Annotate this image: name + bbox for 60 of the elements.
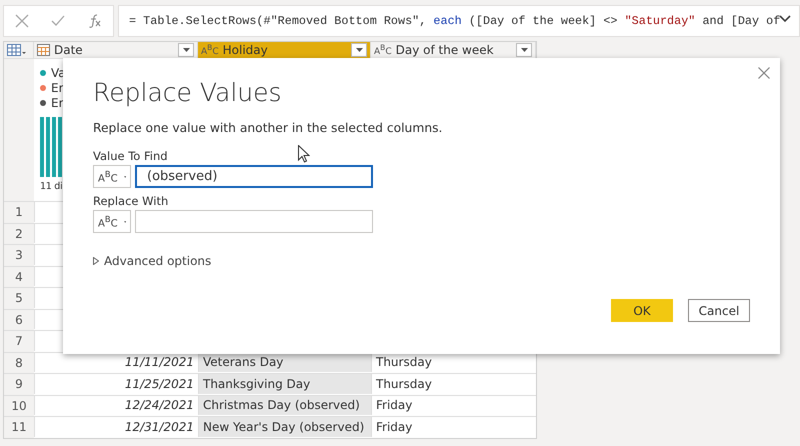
row-number: 3 xyxy=(4,244,34,266)
expand-triangle-icon xyxy=(93,257,99,265)
row-number: 11 xyxy=(4,416,34,438)
legend-label: Er xyxy=(51,96,64,110)
input-field[interactable] xyxy=(135,210,373,233)
table-cell: Friday xyxy=(371,416,536,436)
function-icon[interactable] xyxy=(88,14,102,28)
table-cell: Thursday xyxy=(371,373,536,394)
input-field[interactable]: (observed) xyxy=(135,165,373,188)
caret-icon xyxy=(356,48,362,52)
filter-dropdown[interactable] xyxy=(351,43,367,57)
dialog-button[interactable]: OK xyxy=(611,299,673,322)
table-cell: 11/25/2021 xyxy=(34,373,198,394)
row-number: 1 xyxy=(4,201,34,222)
table-cell: Thanksgiving Day xyxy=(198,373,371,394)
column-header[interactable]: A$^{B}$C Holiday xyxy=(198,42,371,58)
dialog-title: Replace Values xyxy=(93,78,283,107)
filter-dropdown[interactable] xyxy=(516,43,532,57)
caret-icon xyxy=(124,174,126,178)
caret-icon xyxy=(124,220,126,224)
type-label: A$^{B}$C xyxy=(374,43,392,57)
caret-icon xyxy=(520,48,528,52)
row-number: 8 xyxy=(4,352,34,373)
dialog-description: Replace one value with another in the selected columns. xyxy=(93,121,444,135)
field-label: Replace With xyxy=(93,194,168,208)
caret-icon xyxy=(182,48,190,52)
field-label: Value To Find xyxy=(93,149,168,163)
column-header[interactable]: A$^{B}$C Day of the week xyxy=(371,42,536,58)
row-number: 9 xyxy=(4,373,34,394)
row-number: 10 xyxy=(4,394,34,416)
dialog-button[interactable]: Cancel xyxy=(688,299,750,322)
table-cell: New Year's Day (observed) xyxy=(198,416,371,436)
type-select[interactable]: A$^{B}$C xyxy=(93,165,131,188)
table-menu-icon[interactable] xyxy=(7,44,27,56)
table-cell: Christmas Day (observed) xyxy=(198,394,371,415)
table-cell: 12/31/2021 xyxy=(34,416,198,436)
table-cell: Friday xyxy=(371,394,536,415)
row-number: 6 xyxy=(4,308,34,330)
chevron-down-icon[interactable] xyxy=(779,15,791,23)
column-header[interactable]: Date xyxy=(34,42,198,58)
check-icon[interactable] xyxy=(51,15,66,27)
filter-dropdown[interactable] xyxy=(178,43,194,57)
row-number: 5 xyxy=(4,287,34,308)
column-name: Day of the week xyxy=(396,43,494,57)
column-name: Date xyxy=(54,43,83,57)
row-number: 2 xyxy=(4,222,34,244)
legend-label: Er xyxy=(51,81,64,95)
table-cell: 12/24/2021 xyxy=(34,394,198,415)
advanced-options-toggle[interactable]: Advanced options xyxy=(93,254,212,268)
cancel-icon[interactable] xyxy=(15,14,30,28)
close-icon[interactable] xyxy=(758,67,770,79)
formula-field[interactable]: = Table.SelectRows(#"Removed Bottom Rows", each ([Day of the week] <> "Saturday" and [Day of xyxy=(118,5,800,37)
calendar-icon xyxy=(37,44,50,56)
column-name: Holiday xyxy=(222,43,268,57)
row-number: 4 xyxy=(4,266,34,287)
row-number: 7 xyxy=(4,330,34,352)
type-label: A$^{B}$C xyxy=(201,43,219,57)
mouse-pointer-icon xyxy=(298,145,310,163)
distinct-count: 11 di xyxy=(40,181,64,192)
type-select[interactable]: A$^{B}$C xyxy=(93,210,131,233)
